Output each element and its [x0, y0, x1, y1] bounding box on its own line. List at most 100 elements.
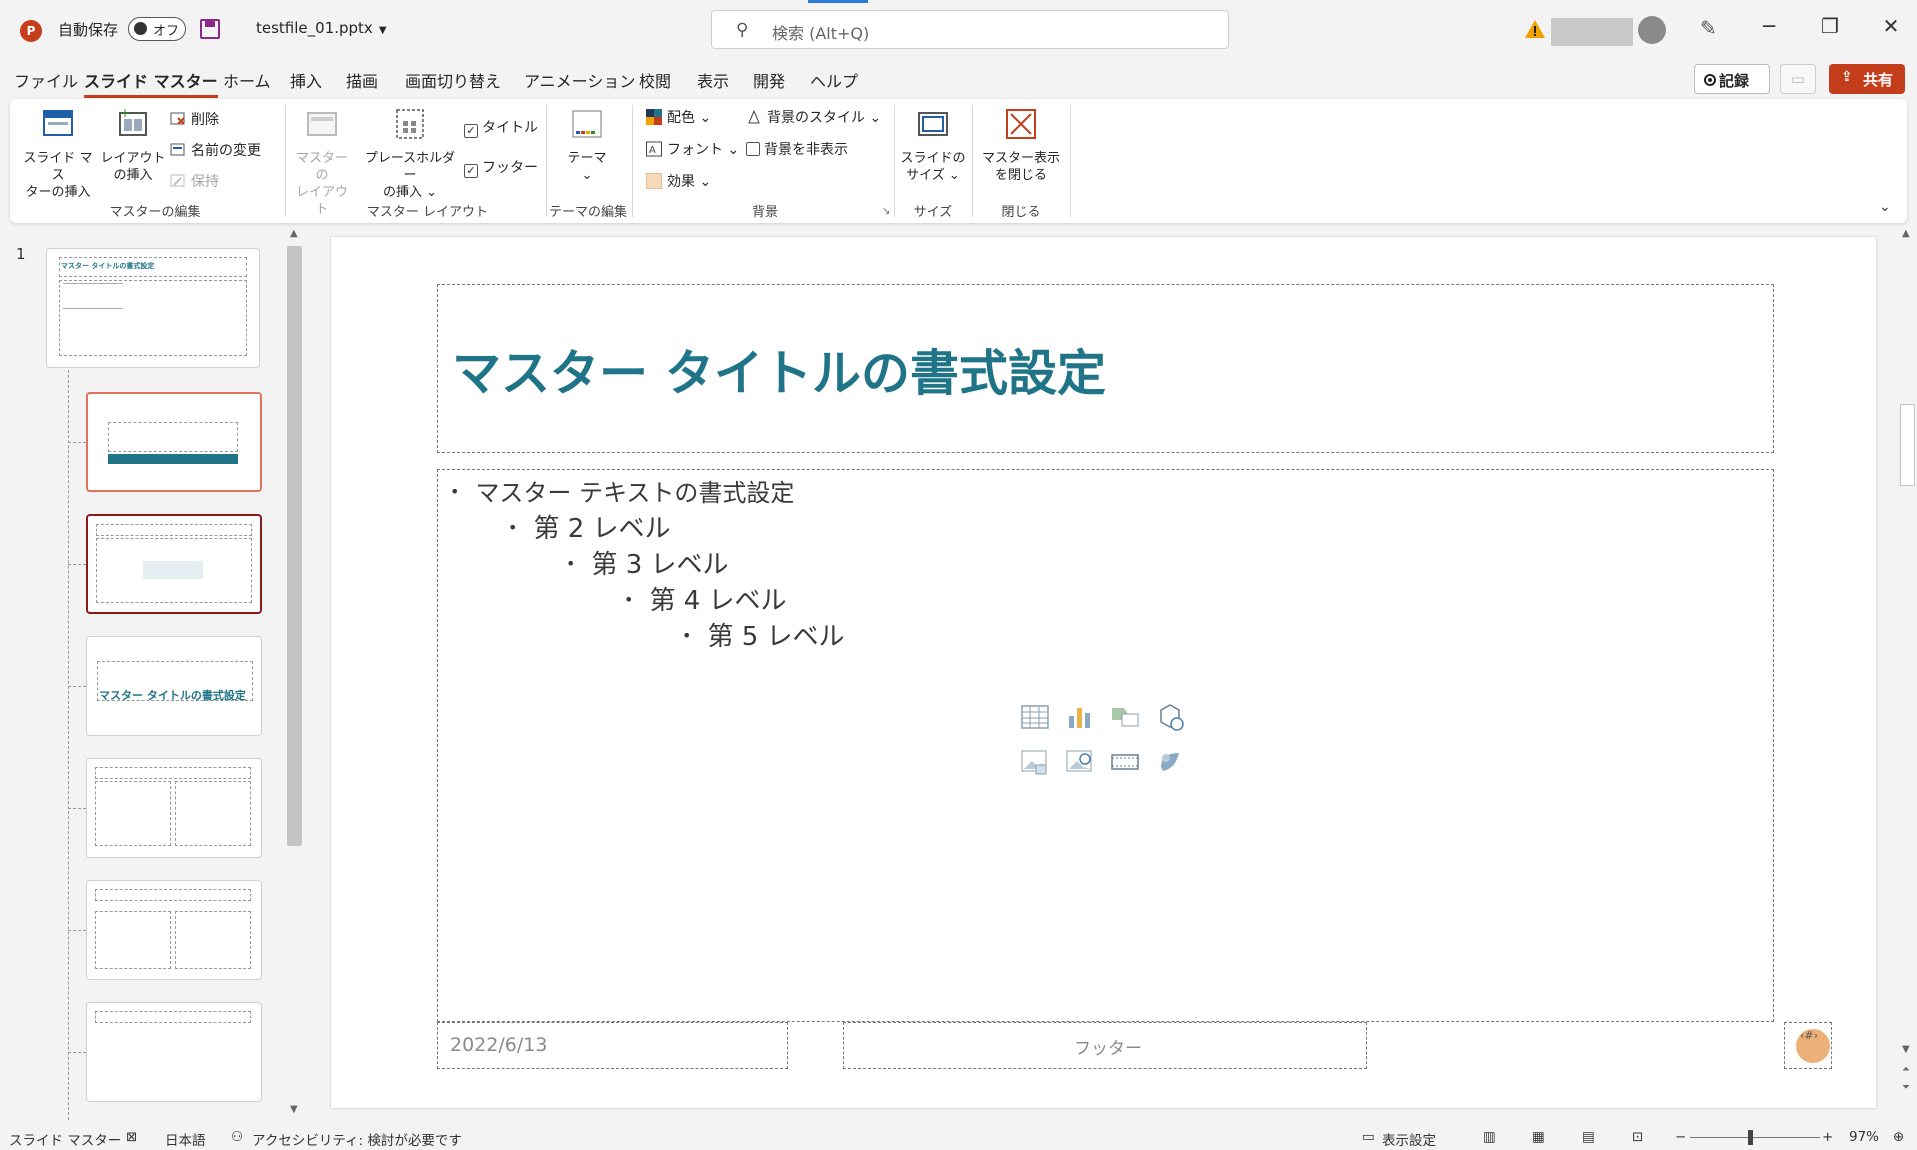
spell-check-icon[interactable]: ⊠ — [126, 1129, 137, 1145]
dialog-launcher-icon[interactable]: ↘ — [882, 206, 890, 217]
thumbnail-title-content-layout[interactable] — [86, 514, 262, 614]
zoom-slider-thumb[interactable] — [1748, 1130, 1753, 1145]
insert-placeholder-button[interactable]: プレースホルダー の挿入 ⌄ — [360, 107, 460, 201]
tab-transitions[interactable]: 画面切り替え — [405, 68, 501, 92]
preserve-button[interactable]: 保持 — [170, 171, 219, 191]
3d-model-icon[interactable] — [1155, 702, 1185, 732]
restore-button[interactable]: ❐ — [1810, 14, 1850, 38]
thumbnail-title-slide-layout[interactable] — [86, 392, 262, 492]
video-icon[interactable] — [1110, 747, 1140, 777]
thumbnail-slide-master[interactable]: マスター タイトルの書式設定 — [46, 248, 260, 368]
bullet-level-3: • 第 3 レベル — [566, 550, 729, 580]
footer-checkbox[interactable]: ✓ フッター — [464, 157, 538, 178]
themes-button[interactable]: テーマ ⌄ — [558, 107, 616, 184]
tab-draw[interactable]: 描画 — [346, 68, 378, 92]
language-status[interactable]: 日本語 — [165, 1129, 206, 1149]
rename-button[interactable]: 名前の変更 — [170, 140, 261, 160]
hide-background-checkbox[interactable]: 背景を非表示 — [746, 139, 848, 159]
group-label-size: サイズ — [913, 205, 953, 220]
tab-slide-master[interactable]: スライド マスター — [84, 68, 218, 98]
pen-icon[interactable]: ✎ — [1700, 16, 1717, 40]
scroll-down-icon[interactable]: ▼ — [290, 1104, 298, 1115]
smartart-icon[interactable] — [1110, 702, 1140, 732]
master-layout-button[interactable]: マスターの レイアウト — [292, 107, 352, 218]
insert-slide-master-button[interactable]: スライド マス ターの挿入 — [20, 107, 96, 201]
zoom-out-button[interactable]: − — [1675, 1129, 1686, 1145]
tab-review[interactable]: 校閲 — [639, 68, 671, 92]
warning-icon[interactable] — [1524, 18, 1546, 40]
minimize-button[interactable]: ─ — [1749, 14, 1789, 38]
placeholder-icon — [396, 109, 424, 139]
tab-home[interactable]: ホーム — [223, 68, 271, 92]
fit-to-window-icon[interactable]: ⊕ — [1893, 1129, 1904, 1145]
thumbnail-section-header-layout[interactable]: マスター タイトルの書式設定 — [86, 636, 262, 736]
tab-help[interactable]: ヘルプ — [810, 68, 858, 92]
slideshow-icon[interactable]: ⊡ — [1632, 1129, 1643, 1145]
previous-slide-icon[interactable]: ⏶ — [1902, 1064, 1910, 1075]
autosave-toggle[interactable]: オフ — [128, 17, 186, 41]
comments-button[interactable]: ▭ — [1780, 64, 1816, 94]
tab-animations[interactable]: アニメーション — [524, 68, 635, 92]
slide-size-button[interactable]: スライドの サイズ ⌄ — [900, 107, 966, 184]
scrollbar-thumb[interactable] — [287, 246, 302, 846]
effects-button[interactable]: 効果 ⌄ — [646, 171, 711, 191]
background-styles-button[interactable]: 背景のスタイル ⌄ — [746, 107, 881, 127]
delete-button[interactable]: 削除 — [170, 109, 219, 129]
fonts-button[interactable]: A フォント ⌄ — [646, 139, 739, 159]
title-accent — [808, 0, 868, 3]
scroll-up-icon[interactable]: ▲ — [290, 228, 298, 239]
zoom-in-button[interactable]: + — [1822, 1129, 1833, 1145]
tab-developer[interactable]: 開発 — [753, 68, 785, 92]
bullet-text: マスター テキストの書式設定 — [475, 479, 795, 507]
table-icon[interactable] — [1020, 702, 1050, 732]
title-checkbox[interactable]: ✓ タイトル — [464, 117, 538, 138]
slide-scrollbar[interactable]: ▲ ▼ ⏶ ⏷ — [1898, 226, 1917, 1120]
save-icon[interactable] — [200, 19, 220, 39]
scrollbar-thumb[interactable] — [1900, 404, 1915, 486]
slide-sorter-icon[interactable]: ▦ — [1532, 1129, 1545, 1145]
share-button[interactable]: ⇪ 共有 — [1829, 64, 1905, 94]
scroll-up-icon[interactable]: ▲ — [1902, 228, 1910, 239]
thumbnail-two-content-layout[interactable] — [86, 758, 262, 858]
colors-button[interactable]: 配色 ⌄ — [646, 107, 711, 127]
accessibility-icon[interactable]: ⚇ — [231, 1129, 243, 1145]
delete-label: 削除 — [191, 112, 219, 128]
color-palette-icon — [646, 109, 662, 125]
avatar[interactable] — [1638, 16, 1666, 44]
close-master-view-button[interactable]: マスター表示 を閉じる — [978, 107, 1064, 184]
thumbnail-comparison-layout[interactable] — [86, 880, 262, 980]
display-settings-button[interactable]: 表示設定 — [1382, 1129, 1436, 1149]
reading-view-icon[interactable]: ▤ — [1582, 1129, 1595, 1145]
accessibility-status[interactable]: アクセシビリティ: 検討が必要です — [252, 1129, 462, 1149]
ribbon-tabs: ファイル スライド マスター ホーム 挿入 描画 画面切り替え アニメーション … — [0, 62, 1917, 98]
thumbnail-title-box — [96, 524, 252, 536]
chart-icon[interactable] — [1065, 702, 1095, 732]
ribbon-collapse-chevron-icon[interactable]: ⌄ — [1879, 199, 1891, 215]
close-button[interactable]: ✕ — [1871, 14, 1911, 38]
tab-file[interactable]: ファイル — [14, 68, 78, 92]
insert-placeholder-label-1: プレースホルダー — [364, 151, 456, 183]
comment-icon: ▭ — [1790, 70, 1806, 88]
record-button[interactable]: 記録 — [1694, 64, 1770, 94]
file-name-menu[interactable]: testfile_01.pptx ▼ — [256, 19, 387, 37]
scroll-down-icon[interactable]: ▼ — [1902, 1044, 1910, 1055]
online-picture-icon[interactable] — [1065, 747, 1095, 777]
chevron-down-icon: ▼ — [378, 25, 387, 36]
icons-icon[interactable] — [1155, 747, 1185, 777]
next-slide-icon[interactable]: ⏷ — [1902, 1082, 1910, 1093]
account-name-box[interactable] — [1551, 18, 1633, 46]
tab-view[interactable]: 表示 — [697, 68, 729, 92]
normal-view-icon[interactable]: ▥ — [1483, 1129, 1496, 1145]
ribbon-divider — [1070, 105, 1071, 217]
zoom-level[interactable]: 97% — [1849, 1129, 1879, 1145]
tab-insert[interactable]: 挿入 — [290, 68, 322, 92]
thumbnail-body-box-left — [95, 911, 171, 969]
search-box[interactable]: ⚲ 検索 (Alt+Q) — [711, 10, 1229, 49]
picture-icon[interactable] — [1020, 747, 1050, 777]
insert-layout-button[interactable]: + レイアウト の挿入 — [100, 106, 166, 184]
display-settings-icon[interactable]: ▭ — [1362, 1129, 1375, 1145]
zoom-slider[interactable] — [1690, 1137, 1820, 1138]
themes-label: テーマ — [567, 151, 607, 166]
thumbnail-title-only-layout[interactable] — [86, 1002, 262, 1102]
thumbnail-scrollbar[interactable]: ▲ ▼ — [286, 226, 306, 1120]
